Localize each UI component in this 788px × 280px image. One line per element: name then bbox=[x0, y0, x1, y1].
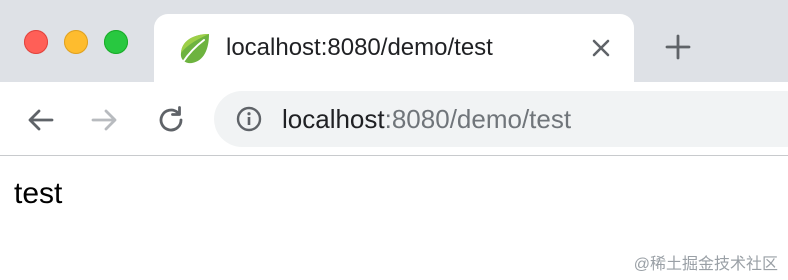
page-body-text: test bbox=[14, 177, 63, 210]
window-close-button[interactable] bbox=[24, 30, 48, 54]
navigation-toolbar: localhost:8080/demo/test bbox=[0, 82, 788, 156]
url-host: localhost bbox=[282, 104, 385, 134]
url-path: :8080/demo/test bbox=[384, 104, 572, 134]
forward-arrow-icon[interactable] bbox=[88, 104, 120, 136]
tab-strip: localhost:8080/demo/test bbox=[0, 0, 788, 82]
back-arrow-icon[interactable] bbox=[25, 104, 57, 136]
info-icon[interactable] bbox=[236, 106, 262, 132]
watermark: @稀土掘金技术社区 bbox=[633, 256, 778, 273]
tab-title: localhost:8080/demo/test bbox=[226, 34, 493, 61]
window-zoom-button[interactable] bbox=[104, 30, 128, 54]
new-tab-plus-icon[interactable] bbox=[664, 33, 692, 61]
url-text: localhost:8080/demo/test bbox=[282, 104, 571, 135]
spring-leaf-icon bbox=[180, 34, 209, 64]
reload-icon[interactable] bbox=[155, 104, 187, 136]
address-bar[interactable]: localhost:8080/demo/test bbox=[214, 91, 788, 147]
active-tab[interactable]: localhost:8080/demo/test bbox=[154, 14, 634, 82]
close-icon[interactable] bbox=[590, 37, 612, 59]
window-minimize-button[interactable] bbox=[64, 30, 88, 54]
